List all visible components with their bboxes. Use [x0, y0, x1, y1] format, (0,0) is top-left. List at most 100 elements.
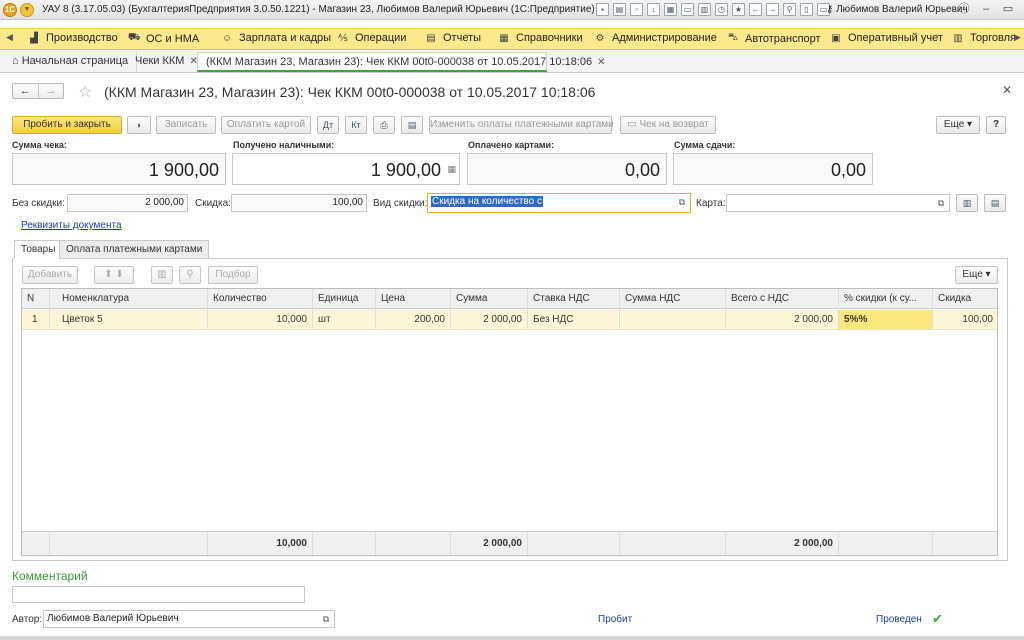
tab-card-payments[interactable]: Оплата платежными картами	[59, 240, 210, 259]
add-row-button[interactable]: Добавить	[22, 266, 78, 284]
col-price[interactable]: Цена	[376, 289, 451, 308]
print-and-close-button[interactable]: Пробить и закрыть	[12, 116, 122, 134]
section-salary[interactable]: ☺ Зарплата и кадры	[221, 32, 331, 44]
download-icon[interactable]: ↓	[647, 3, 660, 16]
favorites-icon[interactable]: ★	[732, 3, 745, 16]
app-logo-icon[interactable]: 1С	[3, 2, 17, 17]
close-form-icon[interactable]: ✕	[1002, 83, 1012, 97]
save-icon[interactable]: ▪	[596, 3, 609, 16]
cell-sum[interactable]: 2 000,00	[451, 310, 528, 329]
forward-arrow-icon[interactable]: →	[37, 84, 64, 98]
document-icon[interactable]: ▤	[401, 116, 423, 134]
cell-price[interactable]: 200,00	[376, 310, 451, 329]
calculator-icon[interactable]: ▦	[447, 164, 456, 175]
author-field[interactable]: Любимов Валерий Юрьевич ⧉	[43, 610, 335, 628]
section-transport[interactable]: ⛍ Автотранспорт	[727, 32, 821, 45]
cash-field[interactable]: 1 900,00 ▦	[232, 153, 460, 185]
eraser-icon[interactable]: ◗	[127, 116, 151, 134]
col-vat-rate[interactable]: Ставка НДС	[528, 289, 620, 308]
cell-discount-percent[interactable]: 5%%	[839, 310, 933, 329]
arrow-down-icon[interactable]: ⬇	[115, 269, 123, 280]
return-check-button[interactable]: ▭ Чек на возврат	[620, 116, 716, 134]
scanner-icon[interactable]: ⚲	[179, 266, 201, 284]
calculator-icon[interactable]: ▥	[698, 3, 711, 16]
scroll-right-icon[interactable]: ▶	[1014, 32, 1021, 43]
save-button[interactable]: Записать	[156, 116, 216, 134]
col-discount-percent[interactable]: % скидки (к су...	[839, 289, 933, 308]
calendar-icon[interactable]: ▦	[664, 3, 677, 16]
card-field[interactable]: ⧉	[726, 194, 950, 212]
move-up-down-buttons[interactable]: ⬆ ⬇	[94, 266, 134, 284]
favorite-star-icon[interactable]: ☆	[78, 82, 92, 102]
minimize-icon[interactable]: –	[980, 3, 992, 15]
open-icon[interactable]: ⧉	[935, 197, 947, 209]
section-operational[interactable]: ▣ Оперативный учет	[830, 32, 943, 44]
tab-current-check[interactable]: (ККМ Магазин 23, Магазин 23): Чек ККМ 00…	[197, 52, 606, 72]
tab-checks[interactable]: Чеки ККМ ✕	[127, 52, 207, 72]
current-user[interactable]: ⚷ Любимов Валерий Юрьевич	[826, 4, 968, 15]
col-nomenclature[interactable]: Номенклатура	[50, 289, 208, 308]
status-posted[interactable]: Проведен	[876, 614, 922, 625]
col-unit[interactable]: Единица	[313, 289, 376, 308]
cell-nomenclature[interactable]: Цветок 5	[50, 310, 208, 329]
cell-total-with-vat[interactable]: 2 000,00	[726, 310, 839, 329]
total-discount-percent	[839, 532, 933, 555]
comment-field[interactable]	[12, 586, 305, 603]
status-printed[interactable]: Пробит	[598, 614, 632, 625]
document-requisites-link[interactable]: Реквизиты документа	[21, 220, 122, 231]
cell-vat-sum[interactable]	[620, 310, 726, 329]
cell-unit[interactable]: шт	[313, 310, 376, 329]
open-icon[interactable]: ⧉	[320, 613, 332, 625]
dt-kt-icon[interactable]: Дт	[317, 116, 339, 134]
tab-home[interactable]: ⌂ Начальная страница	[4, 52, 138, 72]
card-select-icon[interactable]: ▤	[984, 194, 1006, 212]
factory-icon: ▟	[30, 32, 38, 44]
arrow-up-icon[interactable]: ⬆	[104, 269, 112, 280]
more-button[interactable]: Еще ▾	[936, 116, 980, 134]
main-menu-icon[interactable]: ▼	[20, 2, 34, 17]
cell-n[interactable]: 1	[22, 310, 50, 329]
section-fixed-assets[interactable]: ⛟ ОС и НМА	[128, 32, 199, 45]
copy-icon[interactable]: ▭	[681, 3, 694, 16]
forward-icon[interactable]: →	[766, 3, 779, 16]
kt-icon[interactable]: Кт	[345, 116, 367, 134]
col-total-with-vat[interactable]: Всего с НДС	[726, 289, 839, 308]
col-sum[interactable]: Сумма	[451, 289, 528, 308]
search-icon[interactable]: ⚲	[783, 3, 796, 16]
open-icon[interactable]: ⧉	[676, 196, 688, 208]
close-tab-icon[interactable]: ✕	[597, 57, 605, 68]
section-operations[interactable]: ⅍ Операции	[337, 32, 406, 44]
barcode-icon[interactable]: ▥	[151, 266, 173, 284]
col-discount[interactable]: Скидка	[933, 289, 998, 308]
section-reports[interactable]: ▤ Отчеты	[425, 32, 481, 44]
cell-vat-rate[interactable]: Без НДС	[528, 310, 620, 329]
col-vat-sum[interactable]: Сумма НДС	[620, 289, 726, 308]
section-administration[interactable]: ⚙ Администрирование	[594, 32, 717, 44]
print-icon[interactable]: ▤	[613, 3, 626, 16]
help-button[interactable]: ?	[986, 116, 1006, 134]
col-quantity[interactable]: Количество	[208, 289, 313, 308]
info-icon[interactable]: ⓘ	[958, 3, 970, 15]
cell-quantity[interactable]: 10,000	[208, 310, 313, 329]
scroll-left-icon[interactable]: ◀	[6, 32, 13, 43]
tab-goods[interactable]: Товары	[14, 240, 63, 259]
discount-type-field[interactable]: Скидка на количество с ⧉	[427, 193, 691, 213]
pick-button[interactable]: Подбор	[208, 266, 258, 284]
back-icon[interactable]: ←	[749, 3, 762, 16]
preview-icon[interactable]: ▫	[630, 3, 643, 16]
history-icon[interactable]: ◷	[715, 3, 728, 16]
change-card-payments-button[interactable]: Изменить оплаты платежными картами	[429, 116, 614, 134]
cell-discount[interactable]: 100,00	[933, 310, 998, 329]
panel-icon[interactable]: ▯	[800, 3, 813, 16]
back-arrow-icon[interactable]: ←	[13, 84, 38, 98]
maximize-icon[interactable]: ▭	[1002, 3, 1014, 15]
section-production[interactable]: ▟ Производство	[28, 32, 118, 44]
printer-icon[interactable]: ⎙	[373, 116, 395, 134]
section-references[interactable]: ▦ Справочники	[498, 32, 582, 44]
table-row[interactable]: 1 Цветок 5 10,000 шт 200,00 2 000,00 Без…	[22, 310, 997, 330]
col-n[interactable]: N	[22, 289, 50, 308]
table-more-button[interactable]: Еще ▾	[955, 266, 998, 284]
pay-card-button[interactable]: Оплатить картой	[221, 116, 311, 134]
card-reader-icon[interactable]: ▥	[956, 194, 978, 212]
section-trade[interactable]: ▥ Торговля	[952, 32, 1016, 44]
